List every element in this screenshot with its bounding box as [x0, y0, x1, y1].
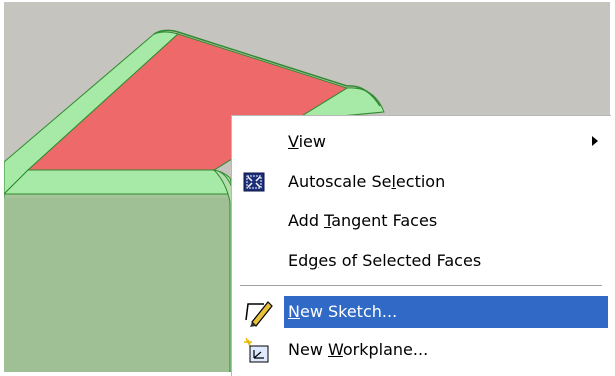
menu-item-add-tangent-faces[interactable]: Add Tangent Faces — [232, 205, 612, 237]
model-fillet-front[interactable] — [4, 169, 235, 195]
model-body-shading — [4, 198, 232, 372]
menu-item-autoscale-selection[interactable]: Autoscale Selection — [232, 166, 612, 198]
menu-separator — [240, 285, 602, 287]
menu-item-edges-of-selected-faces-label: Edges of Selected Faces — [288, 251, 482, 270]
context-menu: View Autoscale Selection Add Tangent Fac… — [231, 115, 611, 376]
screenshot-frame: View Autoscale Selection Add Tangent Fac… — [0, 0, 615, 376]
menu-item-view-label: View — [288, 132, 326, 151]
submenu-arrow-icon — [592, 136, 598, 146]
new-sketch-icon — [238, 296, 278, 328]
menu-item-view[interactable]: View — [232, 126, 612, 158]
menu-item-new-workplane[interactable]: New Workplane... — [232, 334, 612, 366]
menu-item-new-sketch-label: New Sketch... — [288, 302, 398, 321]
menu-item-new-workplane-label: New Workplane... — [288, 340, 429, 359]
menu-item-add-tangent-faces-label: Add Tangent Faces — [288, 211, 438, 230]
menu-item-edges-of-selected-faces[interactable]: Edges of Selected Faces — [232, 245, 612, 277]
autoscale-icon — [238, 166, 278, 198]
menu-item-autoscale-selection-label: Autoscale Selection — [288, 172, 446, 191]
new-workplane-icon — [238, 334, 278, 366]
menu-item-new-sketch[interactable]: New Sketch... — [232, 296, 612, 328]
